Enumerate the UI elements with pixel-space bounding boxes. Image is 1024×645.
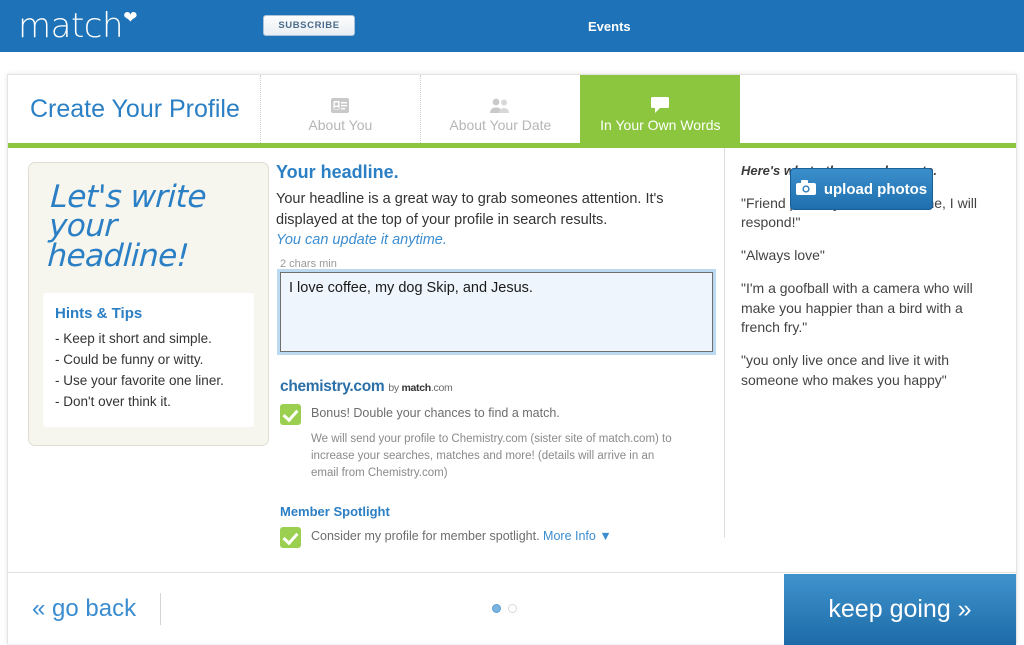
list-item: - Use your favorite one liner. bbox=[55, 373, 224, 389]
id-card-icon bbox=[330, 94, 350, 114]
list-item: - Could be funny or witty. bbox=[55, 352, 204, 368]
tab-about-your-date[interactable]: About Your Date bbox=[419, 75, 580, 143]
site-header: match ❤ SUBSCRIBE Events bbox=[0, 0, 1024, 52]
hints-tips-list: - Keep it short and simple. - Could be f… bbox=[55, 329, 242, 413]
left-sidebar: Let's write your headline! Hints & Tips … bbox=[8, 148, 270, 566]
upload-photos-label: upload photos bbox=[823, 180, 928, 198]
pagination-dots bbox=[492, 604, 517, 613]
list-item: "Always love" bbox=[741, 247, 825, 264]
chemistry-logo-by: by bbox=[388, 381, 399, 394]
spotlight-checkbox-label: Consider my profile for member spotlight… bbox=[311, 527, 612, 543]
tab-label-about-your-date: About Your Date bbox=[449, 116, 552, 133]
chemistry-detail-text: We will send your profile to Chemistry.c… bbox=[311, 432, 672, 480]
heart-icon: ❤ bbox=[123, 8, 138, 28]
speech-bubble-icon bbox=[649, 94, 671, 114]
list-item: "you only live once and live it with som… bbox=[741, 352, 950, 388]
member-spotlight-section: Member Spotlight Consider my profile for… bbox=[280, 504, 706, 549]
pagination-dot-1[interactable] bbox=[492, 604, 501, 613]
camera-icon bbox=[795, 179, 816, 199]
page-title: Create Your Profile bbox=[30, 94, 240, 123]
footer-divider bbox=[160, 592, 162, 625]
headline-input[interactable] bbox=[277, 268, 716, 355]
handwritten-headline-title: Let's write your headline! bbox=[46, 179, 207, 274]
section-description: Your headline is a great way to grab som… bbox=[276, 189, 706, 251]
spotlight-checkbox[interactable] bbox=[280, 527, 301, 549]
chars-min-label: 2 chars min bbox=[280, 257, 337, 270]
hints-tips-title: Hints & Tips bbox=[55, 305, 143, 323]
logo-text: match bbox=[18, 6, 124, 46]
pagination-dot-2[interactable] bbox=[508, 604, 517, 613]
list-item: - Don't over think it. bbox=[55, 394, 171, 410]
section-title: Your headline. bbox=[276, 162, 399, 182]
chemistry-checkbox[interactable] bbox=[280, 403, 301, 425]
form-footer: « go back keep going » bbox=[8, 572, 1016, 645]
profile-tabstrip: Create Your Profile About You About Your… bbox=[8, 75, 1016, 148]
tab-in-your-own-words[interactable]: In Your Own Words bbox=[579, 75, 740, 143]
chemistry-checkbox-row[interactable]: Bonus! Double your chances to find a mat… bbox=[280, 403, 706, 425]
page-frame: Create Your Profile About You About Your… bbox=[7, 74, 1017, 645]
description-italic-note: You can update it anytime. bbox=[276, 232, 447, 249]
member-spotlight-title: Member Spotlight bbox=[280, 504, 390, 520]
go-back-link[interactable]: « go back bbox=[32, 595, 136, 623]
description-line-1: Your headline is a great way to grab som… bbox=[276, 191, 642, 207]
tab-label-about-you: About You bbox=[308, 116, 373, 133]
hints-card: Let's write your headline! Hints & Tips … bbox=[28, 162, 269, 446]
tab-label-in-your-own-words: In Your Own Words bbox=[600, 116, 721, 133]
list-item: - Keep it short and simple. bbox=[55, 331, 212, 347]
match-logo[interactable]: match ❤ bbox=[18, 6, 138, 46]
spotlight-label-text: Consider my profile for member spotlight… bbox=[311, 529, 540, 544]
subscribe-button[interactable]: SUBSCRIBE bbox=[263, 15, 355, 36]
content-area: Let's write your headline! Hints & Tips … bbox=[8, 148, 1016, 566]
more-info-link[interactable]: More Info ▼ bbox=[543, 529, 612, 543]
upload-photos-button[interactable]: upload photos bbox=[790, 168, 933, 210]
keep-going-button[interactable]: keep going » bbox=[784, 574, 1016, 645]
main-form-column: Your headline. Your headline is a great … bbox=[270, 148, 725, 549]
nav-item-events[interactable]: Events bbox=[588, 19, 631, 34]
list-item: "I'm a goofball with a camera who will m… bbox=[741, 280, 973, 336]
two-people-icon bbox=[488, 94, 512, 114]
chemistry-checkbox-label: Bonus! Double your chances to find a mat… bbox=[311, 405, 560, 420]
header-gap bbox=[0, 52, 1024, 74]
chemistry-section: chemistry.com by match.com Bonus! Double … bbox=[280, 378, 706, 483]
spotlight-checkbox-row[interactable]: Consider my profile for member spotlight… bbox=[280, 527, 706, 549]
chemistry-logo-tld: .com bbox=[430, 381, 453, 394]
examples-sidebar: Here's what other people wrote. "Friend … bbox=[725, 148, 1000, 566]
tab-about-you[interactable]: About You bbox=[259, 75, 420, 143]
chemistry-logo-brand: match bbox=[401, 381, 431, 394]
hints-tips-box: Hints & Tips - Keep it short and simple.… bbox=[43, 293, 254, 427]
chemistry-logo-main: chemistry.com bbox=[280, 377, 385, 395]
chemistry-logo: chemistry.com by match.com bbox=[280, 378, 706, 396]
